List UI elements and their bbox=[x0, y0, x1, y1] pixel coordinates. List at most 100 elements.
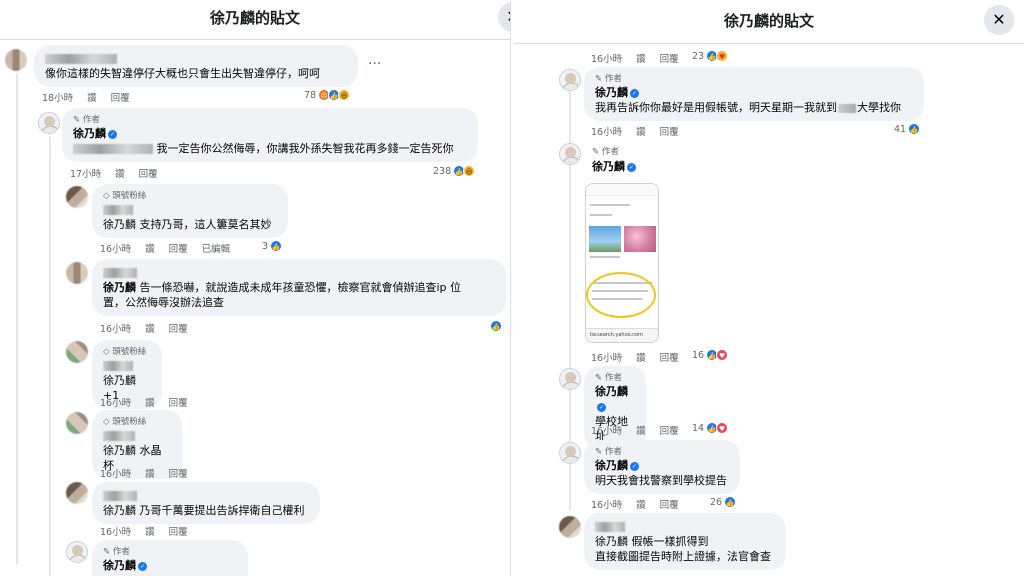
comment-meta: 16小時 讚 回覆 bbox=[100, 466, 202, 480]
like-link[interactable]: 讚 bbox=[636, 500, 646, 511]
author-avatar[interactable] bbox=[559, 143, 581, 165]
blurred-username[interactable] bbox=[103, 268, 137, 278]
like-link[interactable]: 讚 bbox=[636, 127, 646, 138]
reaction-summary[interactable]: 78 😠 👍 😆 bbox=[304, 89, 351, 101]
reply-link[interactable]: 回覆 bbox=[660, 127, 679, 138]
avatar[interactable] bbox=[66, 482, 88, 504]
reaction-summary[interactable]: 3 👍 bbox=[262, 240, 283, 252]
author-name[interactable]: 徐乃麟 bbox=[595, 86, 628, 99]
pencil-icon: ✎ bbox=[103, 547, 111, 557]
pencil-icon: ✎ bbox=[592, 147, 600, 157]
like-link[interactable]: 讚 bbox=[145, 244, 155, 255]
mention[interactable]: 徐乃麟 bbox=[103, 281, 136, 294]
author-name[interactable]: 徐乃麟 bbox=[103, 559, 136, 572]
comment-bubble: 徐乃麟 乃哥千萬要提出告訴捍衛自己權利 bbox=[92, 482, 320, 524]
author-badge: 作者 bbox=[82, 115, 100, 125]
timestamp[interactable]: 17小時 bbox=[70, 169, 101, 180]
attached-screenshot[interactable]: tw.search.yahoo.com bbox=[585, 183, 659, 343]
reaction-summary[interactable]: 23 👍 ♥ bbox=[692, 50, 729, 62]
timestamp[interactable]: 16小時 bbox=[591, 127, 622, 138]
haha-reaction-icon: 😆 bbox=[463, 165, 476, 177]
author-avatar[interactable] bbox=[559, 442, 581, 464]
avatar[interactable] bbox=[66, 412, 88, 434]
post-title: 徐乃麟的貼文 bbox=[723, 12, 814, 30]
top-fan-badge: 頭號粉絲 bbox=[112, 191, 147, 201]
reaction-summary[interactable]: 14 👍 ♥ bbox=[692, 422, 729, 434]
author-avatar[interactable] bbox=[559, 368, 581, 390]
timestamp[interactable]: 16小時 bbox=[100, 469, 131, 480]
like-link[interactable]: 讚 bbox=[636, 54, 646, 65]
author-name[interactable]: 徐乃麟 bbox=[73, 127, 106, 140]
author-badge: 作者 bbox=[604, 74, 622, 84]
blurred-username[interactable] bbox=[103, 491, 137, 501]
haha-reaction-icon: 😆 bbox=[338, 89, 351, 101]
blurred-username[interactable] bbox=[595, 522, 625, 532]
avatar[interactable] bbox=[559, 516, 581, 538]
reaction-summary[interactable]: 41 👍 bbox=[894, 123, 921, 135]
timestamp[interactable]: 16小時 bbox=[100, 244, 131, 255]
comment-text-cont: 置，公然侮辱沒辦法追查 bbox=[103, 296, 224, 309]
reply-link[interactable]: 回覆 bbox=[169, 244, 188, 255]
blurred-username[interactable] bbox=[103, 205, 133, 215]
comment-bubble: 徐乃麟 告一條恐嚇，就說造成未成年孩童恐懼，檢察官就會偵辦追查ip 位 置，公然… bbox=[92, 259, 506, 316]
like-link[interactable]: 讚 bbox=[145, 469, 155, 480]
reply-link[interactable]: 回覆 bbox=[660, 500, 679, 511]
post-title: 徐乃麟的貼文 bbox=[209, 9, 300, 27]
like-link[interactable]: 讚 bbox=[636, 426, 646, 437]
like-link[interactable]: 讚 bbox=[145, 398, 155, 409]
avatar[interactable] bbox=[66, 262, 88, 284]
comment-meta: 16小時 讚 回覆 bbox=[100, 524, 202, 538]
reply-link[interactable]: 回覆 bbox=[660, 54, 679, 65]
timestamp[interactable]: 16小時 bbox=[591, 426, 622, 437]
like-link[interactable]: 讚 bbox=[87, 93, 97, 104]
like-link[interactable]: 讚 bbox=[145, 324, 155, 335]
reply-link[interactable]: 回覆 bbox=[139, 169, 158, 180]
like-link[interactable]: 讚 bbox=[145, 527, 155, 538]
timestamp[interactable]: 16小時 bbox=[591, 500, 622, 511]
author-avatar[interactable] bbox=[38, 112, 60, 134]
comment-text: 徐乃麟 支持乃哥，這人簍莫名其妙 bbox=[103, 218, 272, 231]
blurred-username[interactable] bbox=[103, 431, 135, 441]
timestamp[interactable]: 16小時 bbox=[591, 353, 622, 364]
timestamp[interactable]: 16小時 bbox=[100, 527, 131, 538]
like-link[interactable]: 讚 bbox=[115, 169, 125, 180]
like-link[interactable]: 讚 bbox=[636, 353, 646, 364]
comment-meta: 18小時 讚 回覆 bbox=[42, 90, 144, 104]
reply-link[interactable]: 回覆 bbox=[169, 469, 188, 480]
avatar[interactable] bbox=[66, 341, 88, 363]
reply-link[interactable]: 回覆 bbox=[169, 324, 188, 335]
author-avatar[interactable] bbox=[559, 69, 581, 91]
author-name[interactable]: 徐乃麟 bbox=[595, 385, 628, 398]
author-name[interactable]: 徐乃麟 bbox=[592, 160, 625, 173]
comment-meta: 16小時 讚 回覆 已編輯 bbox=[100, 241, 244, 255]
comment-header: ✎ 作者 徐乃麟 ✓ bbox=[592, 146, 636, 174]
timestamp[interactable]: 16小時 bbox=[100, 324, 131, 335]
thread-line bbox=[49, 136, 51, 576]
reply-link[interactable]: 回覆 bbox=[660, 353, 679, 364]
more-options-icon[interactable]: ··· bbox=[368, 56, 381, 72]
reaction-summary[interactable]: 26 👍 bbox=[710, 496, 737, 508]
reaction-summary[interactable]: 238 👍 😆 bbox=[433, 165, 476, 177]
reply-link[interactable]: 回覆 bbox=[169, 527, 188, 538]
reaction-count: 14 bbox=[692, 422, 705, 434]
blurred-username[interactable] bbox=[45, 54, 117, 64]
close-icon[interactable]: ✕ bbox=[984, 5, 1014, 35]
reply-link[interactable]: 回覆 bbox=[111, 93, 130, 104]
reaction-count: 78 bbox=[304, 89, 317, 101]
author-name[interactable]: 徐乃麟 bbox=[595, 459, 628, 472]
avatar[interactable] bbox=[5, 49, 27, 71]
avatar[interactable] bbox=[66, 186, 88, 208]
author-avatar[interactable] bbox=[66, 541, 88, 563]
reaction-summary[interactable]: 16 👍 ♥ bbox=[692, 349, 729, 361]
reaction-summary[interactable]: 👍 bbox=[490, 320, 502, 332]
reply-link[interactable]: 回覆 bbox=[169, 398, 188, 409]
like-reaction-icon: 👍 bbox=[908, 123, 921, 135]
timestamp[interactable]: 16小時 bbox=[591, 54, 622, 65]
reply-link[interactable]: 回覆 bbox=[660, 426, 679, 437]
author-badge: 作者 bbox=[601, 147, 619, 157]
timestamp[interactable]: 18小時 bbox=[42, 93, 73, 104]
timestamp[interactable]: 16小時 bbox=[100, 398, 131, 409]
blurred-username[interactable] bbox=[103, 361, 133, 371]
top-fan-badge: 頭號粉絲 bbox=[112, 347, 147, 357]
comment-text: 告一條恐嚇，就說造成未成年孩童恐懼，檢察官就會偵辦追查ip 位 bbox=[139, 281, 462, 294]
